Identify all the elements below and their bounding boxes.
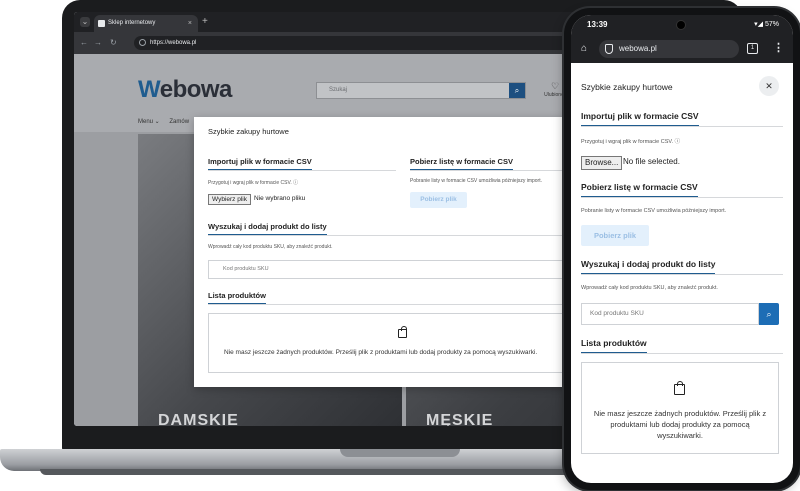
phone-frame: 13:39 ▾◢ 57% ⌂ webowa.pl 1 ⋮ Szybkie zak… <box>564 8 800 490</box>
bulk-order-modal: Szybkie zakupy hurtowe Importuj plik w f… <box>194 117 574 387</box>
hero-women-label: DAMSKIE <box>158 412 239 426</box>
menu-item-order[interactable]: Zamów <box>169 119 189 125</box>
search-hint: Wprowadź cały kod produktu SKU, aby znal… <box>581 285 718 291</box>
download-heading: Pobierz listę w formacie CSV <box>581 182 698 198</box>
download-button[interactable]: Pobierz plik <box>581 225 649 246</box>
new-tab-button[interactable]: + <box>202 16 208 28</box>
site-search-input[interactable]: Szukaj ⌕ <box>316 82 526 99</box>
search-icon[interactable]: ⌕ <box>759 303 779 325</box>
search-heading: Wyszukaj i dodaj produkt do listy <box>208 222 327 236</box>
empty-list-message: Nie masz jeszcze żadnych produktów. Prze… <box>593 409 767 440</box>
status-bar: 13:39 ▾◢ 57% <box>571 15 793 35</box>
empty-list-box <box>208 313 574 373</box>
favicon-icon <box>98 20 105 27</box>
download-button[interactable]: Pobierz plik <box>410 192 467 208</box>
file-choose-button[interactable]: Wybierz plik <box>208 194 251 205</box>
hero-men-label: MĘSKIE <box>426 412 494 426</box>
back-icon[interactable]: ← <box>80 37 88 49</box>
mockup-stage: ⌄ Sklep internetowy × + ← → ↻ https://we… <box>0 0 800 491</box>
product-list-heading: Lista produktów <box>581 338 647 354</box>
home-icon[interactable]: ⌂ <box>581 43 587 54</box>
close-icon[interactable]: ✕ <box>759 76 779 96</box>
camera-icon <box>677 21 685 29</box>
heart-icon[interactable]: ♡ <box>544 81 566 92</box>
divider <box>581 274 783 275</box>
info-icon[interactable]: ⓘ <box>293 180 298 186</box>
status-time: 13:39 <box>587 20 608 29</box>
site-info-icon[interactable] <box>139 39 146 46</box>
search-icon[interactable]: ⌕ <box>509 83 525 98</box>
divider <box>581 197 783 198</box>
forward-icon[interactable]: → <box>94 37 102 49</box>
shield-icon[interactable] <box>605 44 613 54</box>
laptop-notch <box>340 449 460 457</box>
battery-indicator: ▾◢ 57% <box>754 21 779 28</box>
modal-title: Szybkie zakupy hurtowe <box>208 127 289 136</box>
download-hint: Pobranie listy w formacie CSV umożliwia … <box>581 208 727 214</box>
sku-input[interactable]: Kod produktu SKU <box>581 303 759 325</box>
mobile-url-text: webowa.pl <box>619 44 657 53</box>
download-heading: Pobierz listę w formacie CSV <box>410 157 513 171</box>
info-icon[interactable]: ⓘ <box>675 139 681 145</box>
site-logo[interactable]: Webowa <box>138 76 232 104</box>
import-heading: Importuj plik w formacie CSV <box>208 157 312 171</box>
reload-icon[interactable]: ↻ <box>110 37 117 49</box>
divider <box>581 353 783 354</box>
menu-item-menu[interactable]: Menu ⌄ <box>138 119 160 125</box>
phone-screen: 13:39 ▾◢ 57% ⌂ webowa.pl 1 ⋮ Szybkie zak… <box>571 15 793 483</box>
url-text: https://webowa.pl <box>150 40 197 46</box>
modal-title: Szybkie zakupy hurtowe <box>581 82 673 92</box>
sku-input[interactable]: Kod produktu SKU <box>208 260 574 279</box>
divider <box>410 170 574 171</box>
browser-tab[interactable]: Sklep internetowy × <box>94 15 198 32</box>
divider <box>581 126 783 127</box>
file-status: No file selected. <box>623 157 680 166</box>
product-list-heading: Lista produktów <box>208 291 266 305</box>
mobile-browser-bar: ⌂ webowa.pl 1 ⋮ <box>571 35 793 63</box>
divider <box>208 304 574 305</box>
search-heading: Wyszukaj i dodaj produkt do listy <box>581 259 716 275</box>
browser-tab-title: Sklep internetowy <box>108 20 156 26</box>
shopping-bag-icon <box>674 381 685 395</box>
tab-list-icon[interactable]: ⌄ <box>80 17 90 27</box>
search-hint: Wprowadź cały kod produktu SKU, aby znal… <box>208 244 333 250</box>
tab-close-icon[interactable]: × <box>188 15 192 32</box>
download-hint: Pobranie listy w formacie CSV umożliwia … <box>410 178 542 184</box>
site-menu: Menu ⌄ Zamów <box>138 118 189 125</box>
import-hint: Przygotuj i wgraj plik w formacie CSV. ⓘ <box>581 139 681 145</box>
shopping-bag-icon <box>398 326 407 338</box>
empty-list-message: Nie masz jeszcze żadnych produktów. Prze… <box>224 349 538 356</box>
import-hint: Przygotuj i wgraj plik w formacie CSV. ⓘ <box>208 180 299 186</box>
tabs-count-icon[interactable]: 1 <box>747 43 758 54</box>
mobile-url-field[interactable]: webowa.pl <box>599 40 739 58</box>
divider <box>208 235 574 236</box>
file-status: Nie wybrano pliku <box>254 195 306 202</box>
import-heading: Importuj plik w formacie CSV <box>581 111 699 127</box>
file-browse-button[interactable]: Browse... <box>581 156 623 170</box>
more-menu-icon[interactable]: ⋮ <box>773 41 784 54</box>
divider <box>208 170 396 171</box>
